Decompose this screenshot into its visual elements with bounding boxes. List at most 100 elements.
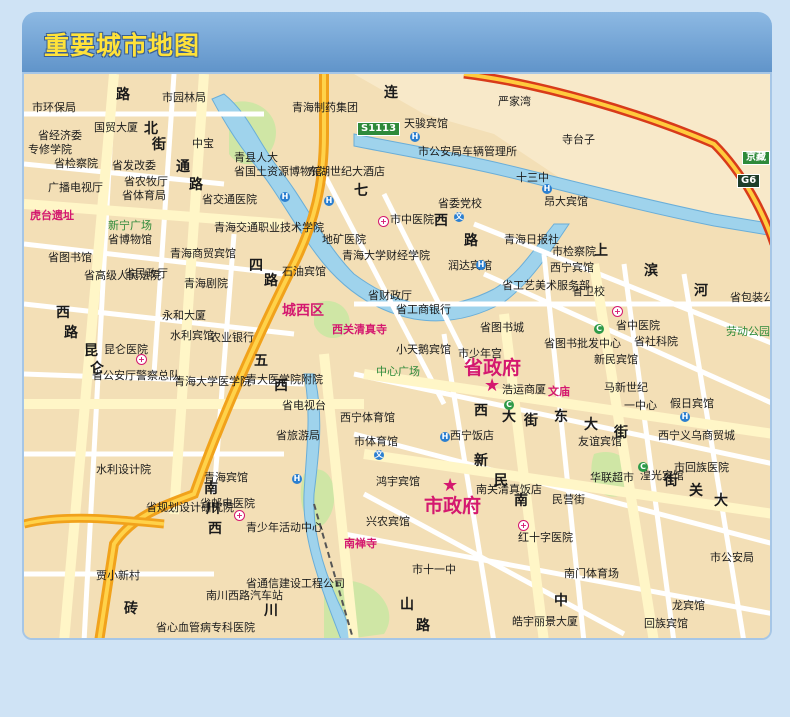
- road-label: 路: [189, 177, 203, 193]
- hotel-icon: H: [292, 474, 302, 484]
- place-label: 中心广场: [376, 365, 420, 378]
- place-label: 红十字医院: [518, 531, 573, 544]
- place-label: 新宁广场: [108, 219, 152, 232]
- city-government: 市政府: [424, 495, 482, 517]
- place-label: 假日宾馆: [670, 397, 714, 410]
- place-label: 永和大厦: [162, 309, 206, 322]
- road-label: 大: [584, 417, 598, 433]
- hotel-icon: H: [280, 192, 290, 202]
- hospital-icon: +: [518, 520, 529, 531]
- place-label: 省体育局: [122, 189, 166, 202]
- place-label: 皓宇丽景大厦: [512, 615, 578, 628]
- road-label: 通: [176, 159, 190, 175]
- city-gov-star: ★: [442, 475, 459, 496]
- place-label: 青海大学医学院: [174, 375, 251, 388]
- road-label: 上: [594, 243, 608, 259]
- place-label: 昂大宾馆: [544, 195, 588, 208]
- place-label: 广播电视厅: [48, 181, 103, 194]
- place-label: 中宝: [192, 137, 214, 150]
- place-label: 贾小新村: [96, 569, 140, 582]
- place-label: 省图书馆: [48, 251, 92, 264]
- place-label: 专修学院: [28, 143, 72, 156]
- place-label: 南川西路汽车站: [206, 589, 283, 602]
- place-label: 南门体育场: [564, 567, 619, 580]
- place-label: 浩运商厦: [502, 383, 546, 396]
- place-label: 省卫校: [572, 285, 605, 298]
- place-label: 省交通医院: [202, 193, 257, 206]
- road-label: 川: [264, 603, 278, 619]
- place-label: 西宁宾馆: [550, 261, 594, 274]
- g6-shield: G6: [737, 174, 761, 188]
- road-label: 路: [416, 618, 430, 634]
- road-label: 四: [249, 258, 263, 274]
- city-map[interactable]: S1113 G6 京藏 省政府 市政府 ★ ★ 城西区 路 北 街 通 路 七 …: [22, 72, 772, 640]
- school-icon: C: [594, 324, 604, 334]
- place-label: 省规划设计研究院: [146, 501, 234, 514]
- hotel-icon: H: [324, 196, 334, 206]
- place-label: 省电视台: [282, 399, 326, 412]
- road-label: 路: [464, 233, 478, 249]
- road-label: 关: [689, 483, 703, 499]
- school-icon: C: [638, 462, 648, 472]
- place-label: 石油宾馆: [282, 265, 326, 278]
- place-label: 国贸大厦: [94, 121, 138, 134]
- place-label: 青海大学财经学院: [342, 249, 430, 262]
- place-label: 市少年宫: [458, 347, 502, 360]
- place-label: 青海商贸宾馆: [170, 247, 236, 260]
- place-label: 华联超市: [590, 471, 634, 484]
- place-label: 省旅游局: [276, 429, 320, 442]
- hospital-icon: +: [612, 306, 623, 317]
- place-label: 市环保局: [32, 101, 76, 114]
- road-label: 西: [474, 403, 488, 419]
- place-label: 青大医学院附院: [246, 373, 323, 386]
- hotel-icon: H: [440, 432, 450, 442]
- place-label: 水利宾馆: [170, 329, 214, 342]
- s1113-shield: S1113: [357, 122, 401, 136]
- place-label: 青少年活动中心: [246, 521, 323, 534]
- place-label: 一中心: [624, 399, 657, 412]
- road-label: 西: [56, 305, 70, 321]
- place-label: 寺台子: [562, 133, 595, 146]
- place-label: 马新世纪: [604, 381, 648, 394]
- place-label: 省委党校: [438, 197, 482, 210]
- place-label: 省博物馆: [108, 233, 152, 246]
- map-title: 重要城市地图: [44, 31, 201, 60]
- road-label: 山: [400, 597, 414, 613]
- road-label: 路: [64, 325, 78, 341]
- place-label: 市十一中: [412, 563, 456, 576]
- culture-icon: 文: [374, 450, 384, 460]
- road-label: 北: [144, 121, 158, 137]
- road-label: 中: [554, 593, 568, 609]
- road-label: 南: [514, 493, 528, 509]
- road-label: 滨: [644, 263, 658, 279]
- road-label: 大: [714, 493, 728, 509]
- hotel-icon: H: [542, 184, 552, 194]
- road-label: 路: [264, 273, 278, 289]
- place-label: 省工商银行: [396, 303, 451, 316]
- place-label: 地矿医院: [322, 233, 366, 246]
- place-label: 市园林局: [162, 91, 206, 104]
- road-label: 连: [384, 85, 398, 101]
- road-label: 街: [152, 137, 166, 153]
- road-label: 河: [694, 283, 708, 299]
- place-label: 西关清真寺: [332, 323, 387, 336]
- place-label: 省发改委: [112, 159, 156, 172]
- hotel-icon: H: [410, 132, 420, 142]
- place-label: 西宁体育馆: [340, 411, 395, 424]
- place-label: 友谊宾馆: [578, 435, 622, 448]
- road-label: 路: [116, 87, 130, 103]
- school-icon: C: [504, 400, 514, 410]
- place-label: 天骏宾馆: [404, 117, 448, 130]
- province-gov-star: ★: [484, 375, 501, 396]
- place-label: 市公安局: [710, 551, 754, 564]
- road-label: 西: [208, 521, 222, 537]
- place-label: 省心血管病专科医院: [156, 621, 255, 634]
- road-label: 东: [554, 409, 568, 425]
- jingzang-shield: 京藏: [742, 151, 770, 165]
- place-label: 西宁饭店: [450, 429, 494, 442]
- hospital-icon: +: [136, 354, 147, 365]
- place-label: 市公安局车辆管理所: [418, 145, 517, 158]
- place-label: 省通信建设工程公司: [246, 577, 345, 590]
- hospital-icon: +: [234, 510, 245, 521]
- place-label: 青海制药集团: [292, 101, 358, 114]
